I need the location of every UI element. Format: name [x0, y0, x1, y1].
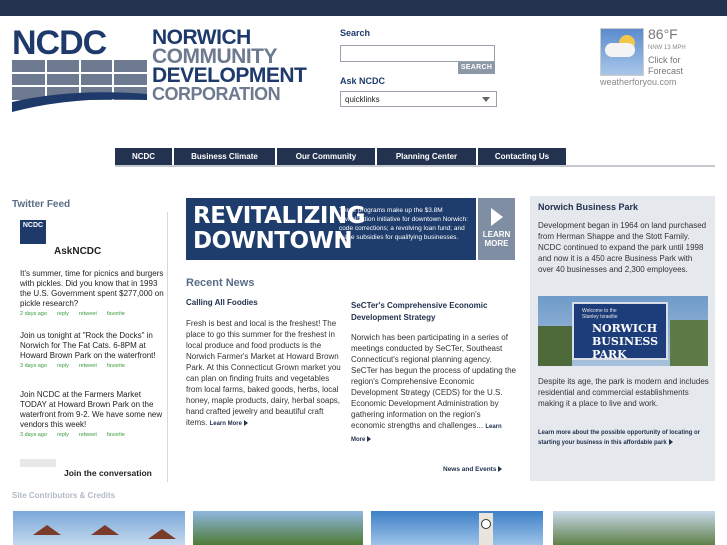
news-item-body: Norwich has been participating in a seri…: [351, 332, 516, 446]
avatar[interactable]: NCDC: [20, 220, 46, 244]
news-item-body: Fresh is best and local is the freshest!…: [186, 318, 346, 430]
logo-line-4: CORPORATION: [152, 84, 281, 104]
weather-wind: NNW 13 MPH: [648, 45, 686, 51]
contributor-photo[interactable]: [553, 511, 715, 545]
tweet-reply-link[interactable]: reply: [57, 311, 69, 317]
arrow-right-icon: [668, 439, 673, 446]
sign-name: Stanley Israelite: [582, 314, 618, 320]
logo-grid-icon: [12, 60, 147, 112]
quicklinks-select[interactable]: quicklinks: [340, 91, 497, 107]
business-park-title: Norwich Business Park: [538, 202, 639, 212]
tweet-favorite-link[interactable]: favorite: [107, 363, 125, 369]
search-button[interactable]: SEARCH: [458, 62, 495, 74]
main-nav: NCDC Business Climate Our Community Plan…: [115, 148, 566, 165]
business-park-more-link[interactable]: Learn more about the possible opportunit…: [538, 428, 708, 448]
roof-shape: [148, 529, 176, 539]
tweet-reply-link[interactable]: reply: [57, 432, 69, 438]
tweet-item: Join us tonight at "Rock the Docks" in N…: [20, 331, 168, 369]
site-credits-heading[interactable]: Site Contributors & Credits: [12, 491, 115, 500]
arrow-right-icon: [367, 436, 372, 443]
business-park-photo: Welcome to the Stanley Israelite NORWICH…: [538, 296, 708, 366]
tweet-text: Join NCDC at the Farmers Market TODAY at…: [20, 390, 163, 429]
logo-line-3: DEVELOPMENT: [152, 64, 307, 87]
business-park-description: Development began in 1964 on land purcha…: [538, 221, 707, 274]
weather-site-link[interactable]: weatherforyou.com: [600, 77, 677, 87]
tweet-item: It's summer, time for picnics and burger…: [20, 269, 168, 317]
twitter-logo: [20, 459, 56, 467]
sign-line-3: PARK: [592, 348, 627, 361]
nav-divider: [115, 165, 715, 167]
arrow-right-icon: [243, 420, 248, 427]
twitter-feed: NCDC AskNCDC It's summer, time for picni…: [12, 212, 168, 482]
tweet-time[interactable]: 3 days ago: [20, 432, 47, 438]
learn-more-link[interactable]: Learn More: [209, 420, 248, 427]
tweet-actions: 3 days ago reply retweet favorite: [20, 432, 168, 438]
weather-icon[interactable]: [600, 28, 644, 76]
roof-shape: [91, 525, 119, 535]
search-input[interactable]: [340, 45, 495, 62]
twitter-feed-title: Twitter Feed: [12, 199, 71, 210]
learn-more-line-1: LEARN: [482, 230, 511, 239]
learn-more-label: Learn More: [209, 421, 242, 427]
tweet-favorite-link[interactable]: favorite: [107, 432, 125, 438]
sign-title: NORWICH BUSINESS PARK: [592, 322, 658, 361]
search-label: Search: [340, 28, 371, 38]
contributor-photo[interactable]: [193, 511, 363, 545]
roof-shape: [33, 525, 61, 535]
cloud-icon: [605, 43, 635, 57]
tweet-actions: 2 days ago reply retweet favorite: [20, 311, 168, 317]
arrow-right-icon: [498, 466, 503, 473]
tweet-favorite-link[interactable]: favorite: [107, 311, 125, 317]
tweet-text: It's summer, time for picnics and burger…: [20, 269, 164, 308]
tweet-retweet-link[interactable]: retweet: [79, 432, 97, 438]
nav-item-planning-center[interactable]: Planning Center: [377, 148, 476, 165]
tweet-retweet-link[interactable]: retweet: [79, 363, 97, 369]
nav-item-ncdc[interactable]: NCDC: [115, 148, 172, 165]
contributor-photo[interactable]: [371, 511, 543, 545]
tree-shape: [538, 326, 572, 366]
tweet-time[interactable]: 2 days ago: [20, 311, 47, 317]
tweet-reply-link[interactable]: reply: [57, 363, 69, 369]
tweet-retweet-link[interactable]: retweet: [79, 311, 97, 317]
news-item-text: Fresh is best and local is the freshest!…: [186, 319, 341, 427]
news-item-title[interactable]: SeCTer's Comprehensive Economic Developm…: [351, 300, 516, 324]
logo-acronym: NCDC: [12, 24, 107, 62]
sign-line-2: BUSINESS: [592, 335, 659, 348]
clock-icon: [481, 519, 491, 529]
nav-item-business-climate[interactable]: Business Climate: [174, 148, 275, 165]
join-conversation-link[interactable]: Join the conversation: [64, 468, 152, 478]
tweet-actions: 3 days ago reply retweet favorite: [20, 363, 168, 369]
nav-item-our-community[interactable]: Our Community: [277, 148, 375, 165]
nav-item-contacting-us[interactable]: Contacting Us: [478, 148, 566, 165]
quicklinks-selected-value: quicklinks: [345, 95, 380, 104]
revitalizing-banner[interactable]: REVITALIZING DOWNTOWN Three programs mak…: [186, 198, 476, 260]
business-park-details: Despite its age, the park is modern and …: [538, 377, 709, 408]
recent-news-title: Recent News: [186, 277, 255, 289]
site-logo[interactable]: NCDC NORWICH COMMUNITY DEVELOPMENT CORPO…: [12, 24, 307, 112]
business-park-more-text: Learn more about the possible opportunit…: [538, 430, 701, 446]
news-item-text: Norwich has been participating in a seri…: [351, 333, 516, 430]
ask-ncdc-label: Ask NCDC: [340, 76, 386, 86]
tweet-time[interactable]: 3 days ago: [20, 363, 47, 369]
banner-description: Three programs make up the $3.8M revital…: [339, 207, 468, 241]
clock-tower: [479, 513, 493, 545]
weather-temperature: 86°F: [648, 26, 678, 42]
chevron-down-icon: [482, 97, 490, 102]
business-park-sign: Welcome to the Stanley Israelite NORWICH…: [572, 302, 668, 361]
news-item-title[interactable]: Calling All Foodies: [186, 298, 258, 307]
learn-more-line-2: MORE: [484, 239, 509, 248]
logo-wordmark: NORWICH COMMUNITY DEVELOPMENT CORPORATIO…: [152, 27, 307, 104]
play-arrow-icon: [490, 208, 503, 226]
news-events-label: News and Events: [443, 466, 497, 473]
news-events-link[interactable]: News and Events: [443, 466, 503, 473]
tweet-text: Join us tonight at "Rock the Docks" in N…: [20, 331, 156, 360]
contributor-photo[interactable]: [13, 511, 185, 545]
learn-more-button[interactable]: LEARN MORE: [478, 198, 515, 260]
top-bar: [0, 0, 727, 16]
sign-line-1: NORWICH: [592, 322, 658, 335]
tree-shape: [670, 320, 708, 366]
tweet-item: Join NCDC at the Farmers Market TODAY at…: [20, 390, 168, 438]
twitter-handle[interactable]: AskNCDC: [54, 246, 101, 257]
forecast-link[interactable]: Click for Forecast: [648, 55, 696, 77]
